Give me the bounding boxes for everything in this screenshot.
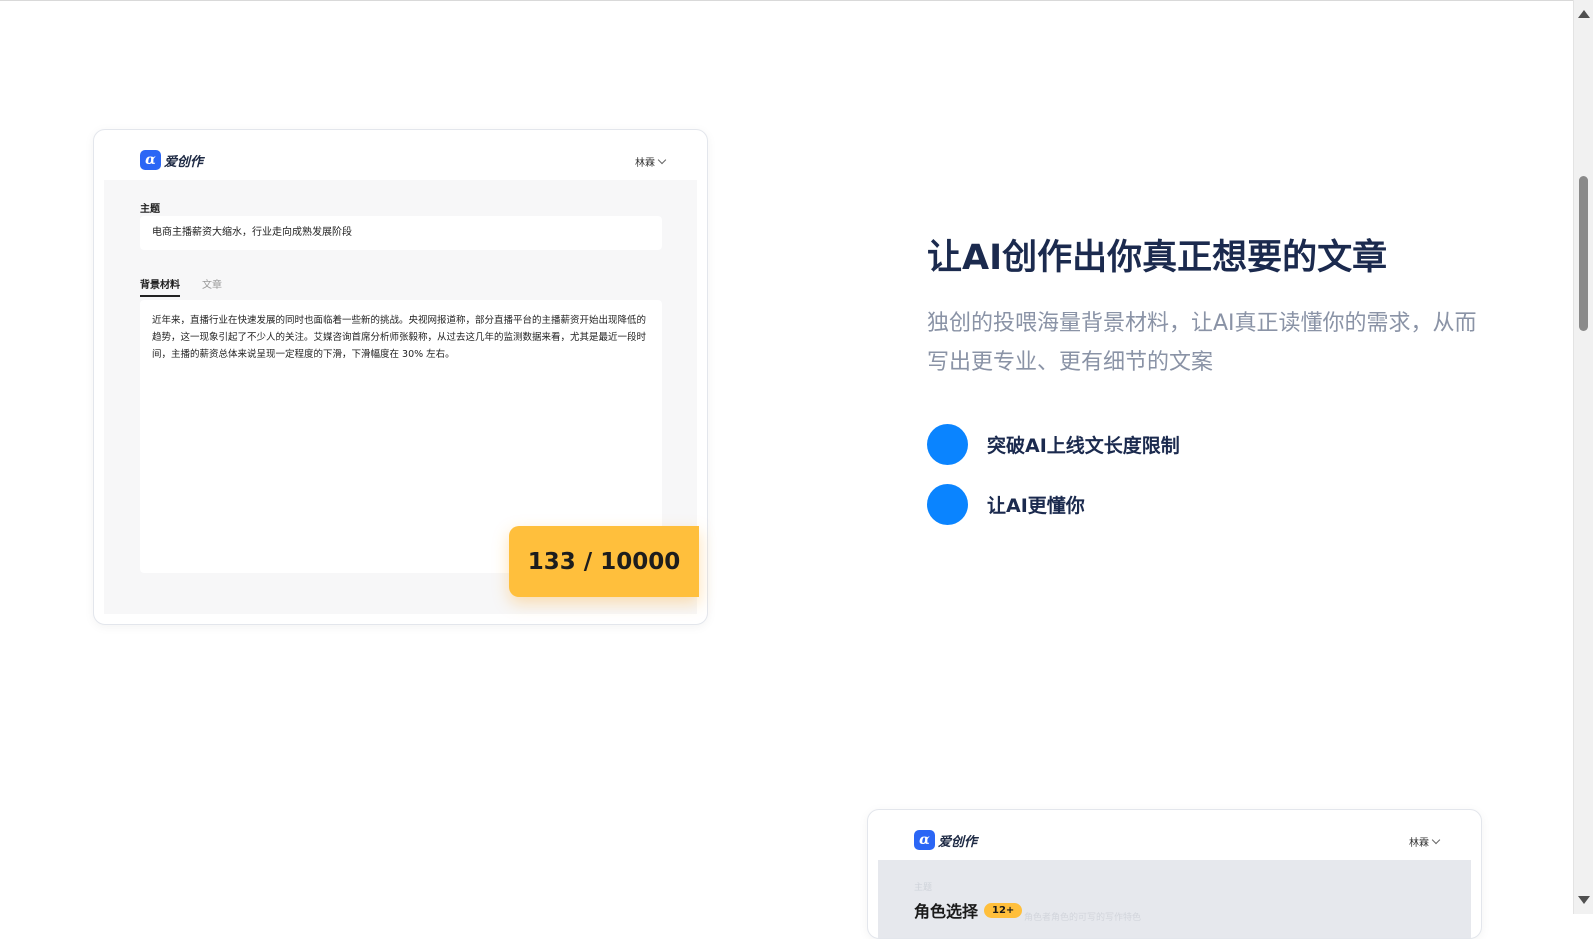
app-frame: α 爱创作 林霖 主题 角色选择 12+ 角色者角色的可写的写作特色 (878, 820, 1471, 938)
tab-article[interactable]: 文章 (202, 276, 222, 297)
feature-description: 独创的投喂海量背景材料，让AI真正读懂你的需求，从而写出更专业、更有细节的文案 (927, 311, 1477, 375)
vertical-scrollbar[interactable] (1573, 0, 1593, 914)
role-selection-title: 角色选择 12+ (914, 898, 1023, 922)
user-menu[interactable]: 林霖 (635, 154, 667, 169)
topic-label: 主题 (140, 204, 160, 215)
role-count-badge: 12+ (984, 902, 1023, 918)
feature-bullet-text: 让AI更懂你 (987, 495, 1085, 517)
feature-bullet: 突破AI上线文长度限制 (927, 424, 1180, 465)
user-name: 林霖 (1409, 838, 1429, 849)
logo-text: 爱创作 (938, 834, 978, 850)
faint-topic-label: 主题 (914, 883, 933, 893)
app-logo[interactable]: α 爱创作 (140, 150, 203, 170)
bullet-dot-icon (927, 484, 968, 525)
tab-background-material[interactable]: 背景材料 (140, 276, 180, 297)
logo-mark-icon: α (914, 830, 935, 850)
logo-text: 爱创作 (164, 154, 204, 170)
user-menu[interactable]: 林霖 (1409, 834, 1441, 849)
feature-title: 让AI创作出你真正想要的文章 (927, 238, 1388, 278)
scroll-down-arrow-icon[interactable] (1578, 896, 1590, 904)
chevron-down-icon (1431, 835, 1441, 845)
scrollbar-thumb[interactable] (1579, 176, 1588, 331)
faint-role-hint: 角色者角色的可写的写作特色 (1024, 913, 1142, 923)
topic-input[interactable]: 电商主播薪资大缩水，行业走向成熟发展阶段 (140, 216, 662, 250)
chevron-down-icon (657, 155, 667, 165)
page-viewport: α 爱创作 林霖 主题 电商主播薪资大缩水，行业走向成熟发展阶段 背景材料 文章… (0, 0, 1573, 939)
role-preview-card: α 爱创作 林霖 主题 角色选择 12+ 角色者角色的可写的写作特色 (867, 809, 1482, 939)
user-name: 林霖 (635, 158, 655, 169)
bullet-dot-icon (927, 424, 968, 465)
app-header: α 爱创作 林霖 (104, 140, 697, 180)
character-counter-badge: 133 / 10000 (509, 526, 699, 597)
editor-tabs: 背景材料 文章 (140, 276, 222, 297)
app-logo[interactable]: α 爱创作 (914, 830, 977, 850)
feature-bullet-text: 突破AI上线文长度限制 (987, 435, 1180, 457)
app-header: α 爱创作 林霖 (878, 820, 1471, 860)
feature-bullet: 让AI更懂你 (927, 484, 1085, 525)
logo-mark-icon: α (140, 150, 161, 170)
role-title-text: 角色选择 (914, 902, 979, 921)
scroll-up-arrow-icon[interactable] (1578, 10, 1590, 18)
